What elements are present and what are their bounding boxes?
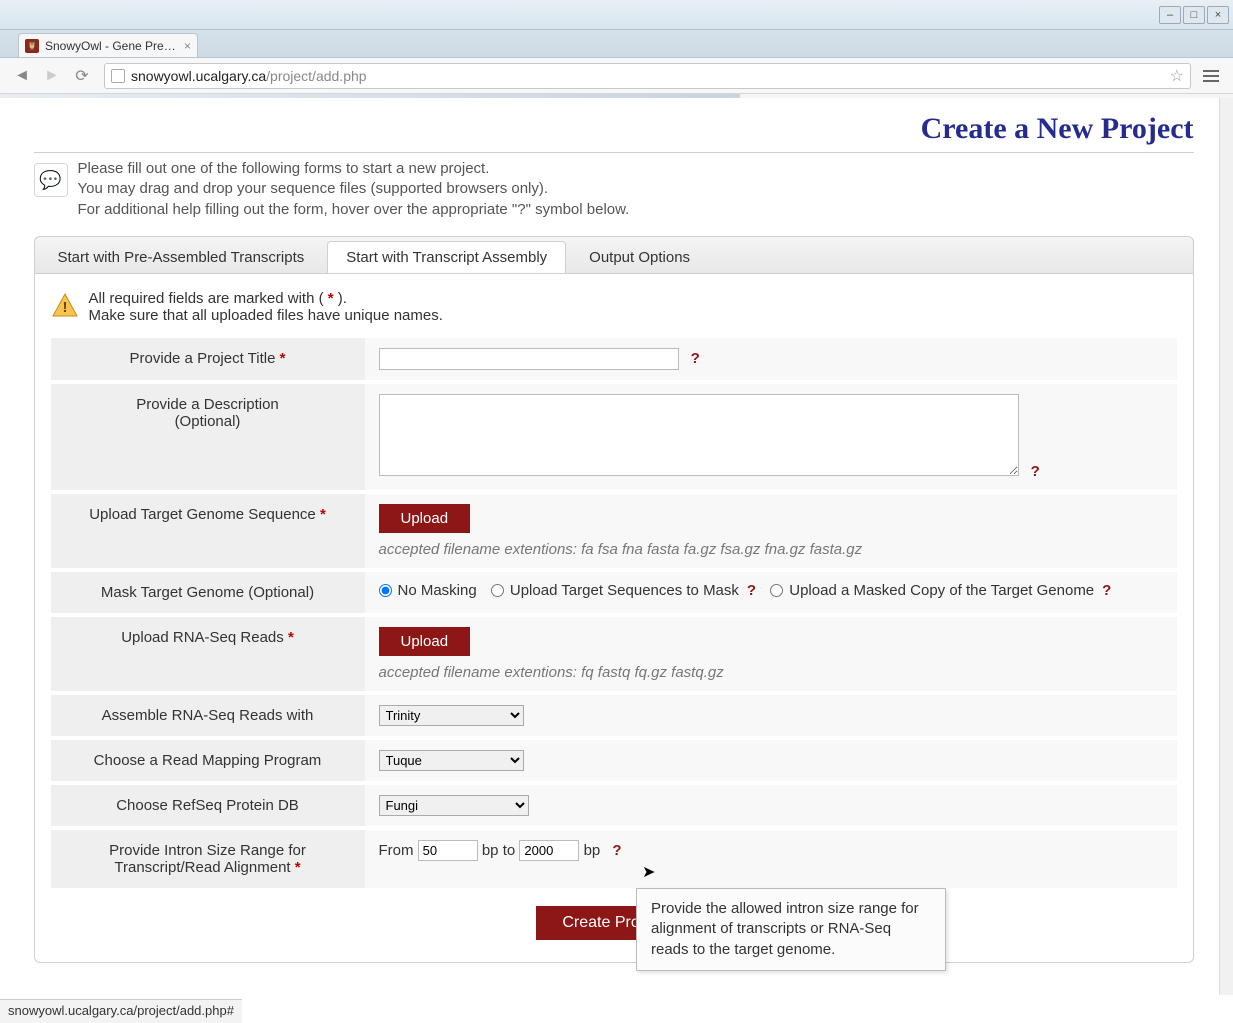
label-mask-genome: Mask Target Genome (Optional) xyxy=(51,572,365,613)
page-title: Create a New Project xyxy=(34,108,1194,153)
refseq-select[interactable]: Fungi xyxy=(379,795,529,816)
radio-no-masking-input[interactable] xyxy=(379,584,392,597)
project-title-input[interactable] xyxy=(379,348,679,370)
mapping-select[interactable]: Tuque xyxy=(379,750,524,771)
label-mapping: Choose a Read Mapping Program xyxy=(51,740,365,781)
description-textarea[interactable] xyxy=(379,394,1019,476)
address-bar[interactable]: snowyowl.ucalgary.ca/project/add.php ☆ xyxy=(104,63,1191,89)
help-project-title-icon[interactable]: ? xyxy=(691,350,700,367)
intron-bp-to-label: bp to xyxy=(482,842,515,859)
tab-transcript-assembly[interactable]: Start with Transcript Assembly xyxy=(327,241,566,273)
assemble-select[interactable]: Trinity xyxy=(379,705,524,726)
window-maximize-button[interactable]: □ xyxy=(1183,6,1205,24)
tab-close-icon[interactable]: × xyxy=(184,39,191,53)
label-intron-range: Provide Intron Size Range forTranscript/… xyxy=(51,830,365,888)
tab-pre-assembled[interactable]: Start with Pre-Assembled Transcripts xyxy=(39,241,324,273)
reload-button[interactable]: ⟳ xyxy=(68,62,96,90)
upload-genome-button[interactable]: Upload xyxy=(379,504,471,533)
label-refseq: Choose RefSeq Protein DB xyxy=(51,785,365,826)
radio-upload-mask-seq-input[interactable] xyxy=(491,584,504,597)
genome-hint: accepted filename extentions: fa fsa fna… xyxy=(379,541,1163,558)
browser-toolbar: ◄ ► ⟳ snowyowl.ucalgary.ca/project/add.p… xyxy=(0,58,1233,94)
radio-upload-masked-copy-input[interactable] xyxy=(770,584,783,597)
intron-from-input[interactable] xyxy=(418,840,478,861)
browser-tab-strip: 🦉 SnowyOwl - Gene Predict × xyxy=(0,30,1233,58)
help-masked-copy-icon[interactable]: ? xyxy=(1102,582,1111,599)
url-path: /project/add.php xyxy=(266,68,366,84)
radio-upload-masked-copy[interactable]: Upload a Masked Copy of the Target Genom… xyxy=(770,582,1111,599)
intron-from-label: From xyxy=(379,842,414,859)
label-description: Provide a Description(Optional) xyxy=(51,384,365,490)
form-tabs: Start with Pre-Assembled Transcripts Sta… xyxy=(34,236,1194,274)
mouse-cursor-icon: ➤ xyxy=(642,862,655,882)
status-url: snowyowl.ucalgary.ca/project/add.php# xyxy=(8,1003,234,1018)
forward-button[interactable]: ► xyxy=(38,62,66,90)
window-minimize-button[interactable]: – xyxy=(1159,6,1181,24)
status-bar: snowyowl.ucalgary.ca/project/add.php# xyxy=(0,999,242,1023)
intro-text: Please fill out one of the following for… xyxy=(78,159,630,220)
rnaseq-hint: accepted filename extentions: fq fastq f… xyxy=(379,664,1163,681)
notice-text: All required fields are marked with ( * … xyxy=(89,290,443,324)
window-close-button[interactable]: × xyxy=(1207,6,1229,24)
chat-help-icon: 💬 xyxy=(34,163,68,197)
browser-menu-button[interactable] xyxy=(1197,62,1225,90)
browser-tab-title: SnowyOwl - Gene Predict xyxy=(45,39,178,53)
radio-upload-mask-sequences[interactable]: Upload Target Sequences to Mask ? xyxy=(491,582,756,599)
bookmark-star-icon[interactable]: ☆ xyxy=(1170,66,1184,86)
warning-icon: ! xyxy=(51,292,79,320)
upload-rnaseq-button[interactable]: Upload xyxy=(379,627,471,656)
vertical-scrollbar[interactable] xyxy=(1219,98,1233,995)
label-project-title: Provide a Project Title * xyxy=(51,338,365,380)
url-host: snowyowl.ucalgary.ca xyxy=(131,68,266,84)
label-rnaseq-upload: Upload RNA-Seq Reads * xyxy=(51,617,365,691)
owl-favicon-icon: 🦉 xyxy=(25,39,39,53)
browser-tab[interactable]: 🦉 SnowyOwl - Gene Predict × xyxy=(18,33,198,57)
intron-help-tooltip: Provide the allowed intron size range fo… xyxy=(636,888,946,971)
intron-bp-label: bp xyxy=(584,842,601,859)
form-body: ! All required fields are marked with ( … xyxy=(34,274,1194,963)
help-intron-icon[interactable]: ? xyxy=(612,842,621,859)
svg-text:!: ! xyxy=(62,299,67,316)
radio-no-masking[interactable]: No Masking xyxy=(379,582,477,599)
intron-to-input[interactable] xyxy=(519,840,579,861)
help-mask-seq-icon[interactable]: ? xyxy=(747,582,756,599)
help-description-icon[interactable]: ? xyxy=(1031,463,1040,480)
site-info-icon[interactable] xyxy=(111,69,125,83)
back-button[interactable]: ◄ xyxy=(8,62,36,90)
tab-output-options[interactable]: Output Options xyxy=(570,241,709,273)
label-assemble: Assemble RNA-Seq Reads with xyxy=(51,695,365,736)
window-chrome: – □ × xyxy=(0,0,1233,30)
label-genome-upload: Upload Target Genome Sequence * xyxy=(51,494,365,568)
